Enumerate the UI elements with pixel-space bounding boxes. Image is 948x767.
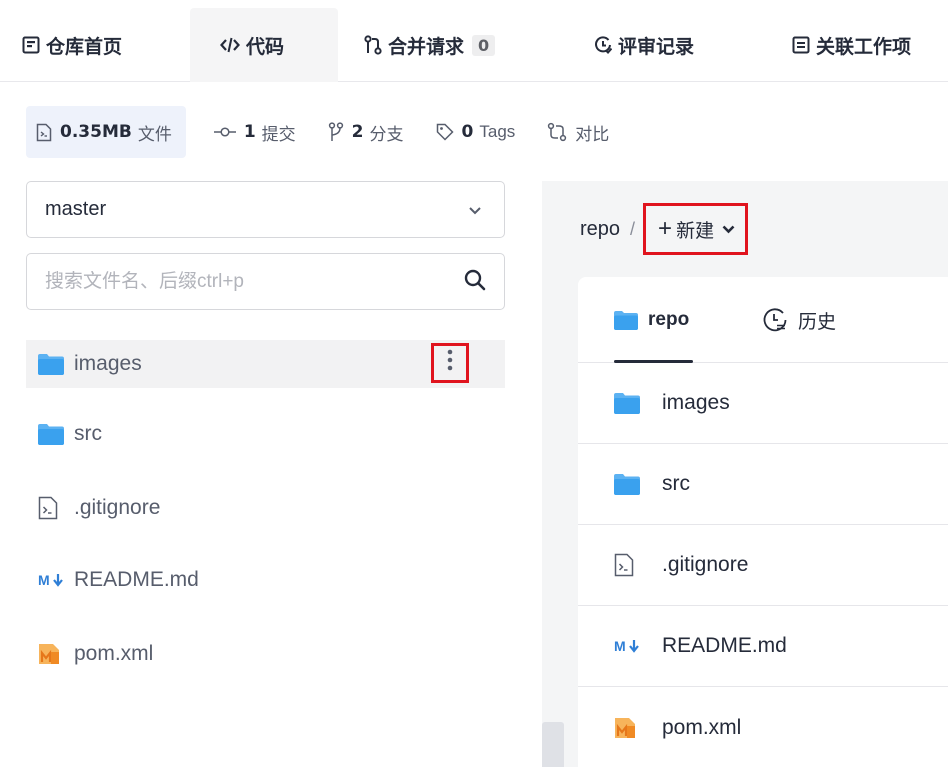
branch-name: master	[45, 198, 107, 220]
markdown-icon: M	[38, 572, 66, 588]
commit-icon	[213, 125, 236, 139]
new-dropdown-button[interactable]: + 新建	[643, 203, 749, 255]
new-label: 新建	[676, 220, 715, 242]
branches-stat[interactable]: 2 分支	[328, 120, 404, 145]
file-row-src[interactable]: src	[578, 444, 948, 525]
file-search-field[interactable]	[26, 253, 505, 310]
file-size-value: 0.35MB	[60, 122, 132, 142]
folder-icon	[614, 392, 642, 414]
merge-request-count-badge: 0	[472, 34, 496, 56]
compare-stat[interactable]: 对比	[547, 120, 609, 145]
work-item-icon	[792, 36, 810, 54]
tree-item-label: README.md	[74, 568, 199, 591]
file-row-readme[interactable]: M README.md	[578, 606, 948, 687]
file-size-stat[interactable]: 0.35MB 文件	[26, 106, 186, 158]
commits-label: 提交	[261, 124, 296, 145]
file-search-input[interactable]	[45, 270, 464, 293]
file-name[interactable]: README.md	[662, 634, 787, 658]
repo-home-icon	[22, 36, 40, 54]
file-row-gitignore[interactable]: .gitignore	[578, 525, 948, 606]
breadcrumb-repo[interactable]: repo	[580, 218, 620, 241]
folder-icon	[38, 423, 66, 445]
file-list-card: repo 历史 images src .gitignore M README.m…	[578, 277, 948, 767]
tab-label: 合并请求	[388, 35, 465, 58]
branches-label: 分支	[369, 124, 404, 145]
repo-stats: 0.35MB 文件 1 提交 2 分支 0 Tags 对比	[26, 106, 641, 158]
tags-label: Tags	[479, 122, 516, 141]
file-icon	[36, 123, 52, 142]
repo-tabs: 仓库首页 代码 合并请求 0 评审记录 关联工作项	[0, 0, 948, 82]
tree-item-label: images	[74, 352, 142, 375]
file-name[interactable]: images	[662, 391, 730, 415]
tab-linked-work-items[interactable]: 关联工作项	[792, 8, 911, 82]
tree-item-label: pom.xml	[74, 642, 154, 665]
tag-icon	[436, 123, 454, 141]
folder-icon	[614, 473, 642, 495]
text-file-icon	[38, 496, 66, 520]
tab-label: 代码	[246, 35, 285, 58]
file-name[interactable]: pom.xml	[662, 716, 741, 740]
plus-icon: +	[658, 215, 673, 242]
file-name[interactable]: src	[662, 472, 690, 496]
tab-code[interactable]: 代码	[190, 8, 338, 82]
tab-label: 仓库首页	[46, 35, 123, 58]
tab-review-records[interactable]: 评审记录	[594, 8, 694, 82]
tab-repo-files[interactable]: repo	[614, 277, 694, 363]
review-icon	[594, 36, 612, 54]
tab-repo-home[interactable]: 仓库首页	[22, 8, 122, 82]
branch-selector[interactable]: master	[26, 181, 505, 238]
text-file-icon	[614, 553, 642, 577]
tab-label: repo	[648, 309, 690, 330]
code-icon	[220, 36, 240, 54]
tree-item-pom[interactable]: pom.xml	[26, 630, 505, 678]
chevron-down-icon	[722, 225, 735, 234]
compare-label: 对比	[575, 124, 610, 145]
tab-merge-requests[interactable]: 合并请求 0	[364, 8, 496, 82]
file-list-tabs: repo 历史	[578, 277, 948, 363]
compare-icon	[547, 122, 567, 142]
commits-count: 1	[243, 122, 256, 142]
commits-stat[interactable]: 1 提交	[213, 120, 296, 145]
branch-icon	[328, 122, 344, 142]
tab-label: 历史	[798, 310, 837, 333]
tab-label: 关联工作项	[816, 35, 912, 58]
tree-item-src[interactable]: src	[26, 410, 505, 458]
chevron-down-icon	[468, 198, 482, 221]
tree-item-images[interactable]: images	[26, 340, 505, 388]
branches-count: 2	[351, 122, 364, 142]
file-row-pom[interactable]: pom.xml	[578, 687, 948, 767]
svg-text:M: M	[38, 572, 50, 588]
markdown-icon: M	[614, 638, 642, 654]
tab-label: 评审记录	[618, 35, 695, 58]
breadcrumb: repo / + 新建	[580, 203, 749, 255]
maven-file-icon	[614, 717, 642, 739]
file-row-images[interactable]: images	[578, 363, 948, 444]
tree-item-readme[interactable]: M README.md	[26, 556, 505, 604]
tree-item-gitignore[interactable]: .gitignore	[26, 484, 505, 532]
breadcrumb-separator: /	[630, 218, 636, 239]
tags-stat[interactable]: 0 Tags	[436, 122, 516, 142]
folder-icon	[38, 353, 66, 375]
tree-item-label: .gitignore	[74, 496, 161, 519]
tree-item-label: src	[74, 422, 102, 445]
more-actions-button[interactable]	[431, 343, 469, 383]
history-icon	[762, 307, 788, 333]
svg-text:M: M	[614, 638, 626, 654]
maven-file-icon	[38, 643, 66, 665]
file-size-label: 文件	[137, 124, 172, 145]
search-icon[interactable]	[464, 269, 486, 295]
more-vertical-icon	[447, 349, 453, 377]
panel-collapse-handle[interactable]	[542, 722, 564, 767]
tags-count: 0	[461, 122, 474, 142]
file-name[interactable]: .gitignore	[662, 553, 748, 577]
folder-icon	[614, 310, 638, 330]
merge-request-icon	[364, 35, 382, 55]
tab-history[interactable]: 历史	[762, 277, 836, 363]
